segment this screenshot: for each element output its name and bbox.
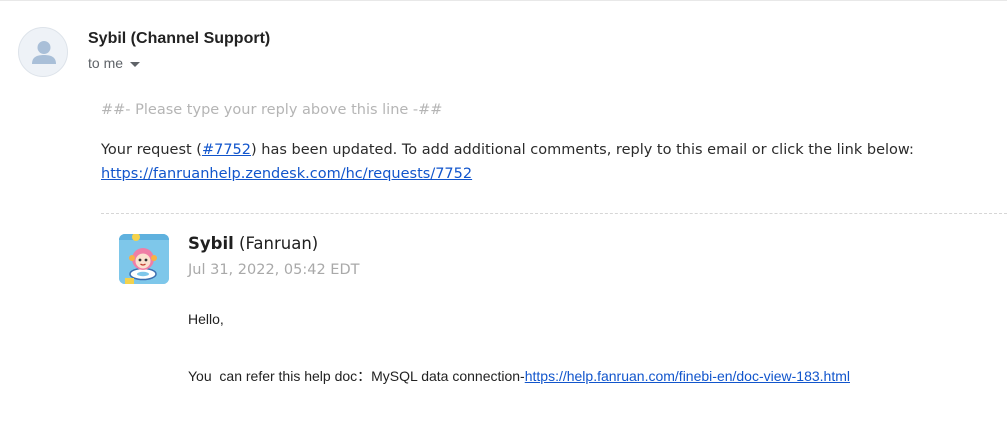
request-update-text: Your request (#7752) has been updated. T… xyxy=(101,138,914,186)
recipient-line[interactable]: to me xyxy=(88,55,141,71)
sender-name: Sybil (Channel Support) xyxy=(88,30,271,47)
cartoon-avatar xyxy=(119,234,169,284)
comment-timestamp: Jul 31, 2022, 05:42 EDT xyxy=(188,262,360,278)
doc-link[interactable]: https://help.fanruan.com/finebi-en/doc-v… xyxy=(525,368,850,384)
top-divider xyxy=(0,0,1007,1)
request-url-link[interactable]: https://fanruanhelp.zendesk.com/hc/reque… xyxy=(101,166,472,182)
agent-avatar xyxy=(119,234,169,284)
comment-author-name: Sybil xyxy=(188,234,234,253)
reply-marker: ##- Please type your reply above this li… xyxy=(101,102,443,118)
caret-down-icon[interactable] xyxy=(130,61,141,67)
comment-divider xyxy=(101,213,1007,214)
comment-author-org: (Fanruan) xyxy=(233,234,319,253)
request-id-link[interactable]: #7752 xyxy=(202,142,251,158)
comment-body: You can refer this help doc：MySQL data c… xyxy=(188,366,850,386)
request-suffix: ) has been updated. To add additional co… xyxy=(251,142,914,158)
refer-text: You can refer this help doc：MySQL data c… xyxy=(188,368,525,384)
request-prefix: Your request ( xyxy=(101,142,202,158)
recipient-label: to me xyxy=(88,55,124,71)
comment-author: Sybil (Fanruan) xyxy=(188,234,318,253)
sender-avatar[interactable] xyxy=(18,27,68,77)
comment-greeting: Hello, xyxy=(188,311,224,327)
person-icon xyxy=(32,41,56,64)
